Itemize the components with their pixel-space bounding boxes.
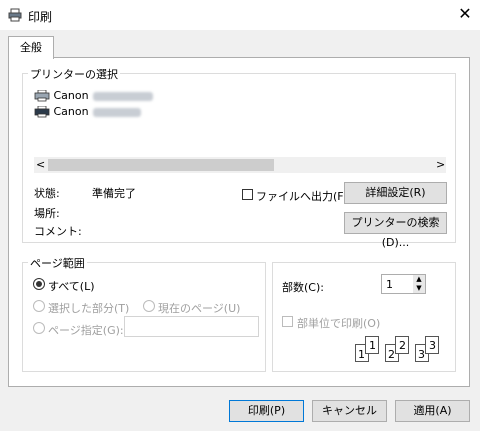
spin-down-button[interactable]: ▼ bbox=[413, 284, 425, 293]
copies-stepper[interactable]: 1 ▲ ▼ bbox=[381, 274, 426, 294]
collate-page: 1 bbox=[365, 336, 379, 354]
printer-name: Canon bbox=[53, 105, 89, 118]
radio-pages[interactable] bbox=[33, 322, 45, 334]
radio-all-label[interactable]: すべて(L) bbox=[48, 278, 95, 294]
scroll-right-button[interactable]: > bbox=[436, 158, 445, 171]
collate-page: 3 bbox=[425, 336, 439, 354]
radio-current-page[interactable] bbox=[143, 300, 155, 312]
scrollbar-thumb[interactable] bbox=[48, 159, 274, 171]
cancel-button[interactable]: キャンセル bbox=[312, 400, 387, 422]
print-to-file-label[interactable]: ファイルへ出力(F) bbox=[256, 188, 348, 204]
title-bar: 印刷 ✕ bbox=[0, 0, 480, 30]
print-to-file-checkbox[interactable] bbox=[242, 189, 253, 200]
collate-label[interactable]: 部単位で印刷(O) bbox=[297, 315, 380, 331]
printer-list[interactable]: Canon Canon bbox=[34, 88, 444, 154]
printer-icon bbox=[34, 90, 50, 102]
location-label: 場所: bbox=[34, 207, 60, 220]
printer-item[interactable]: Canon bbox=[34, 88, 444, 104]
spin-up-button[interactable]: ▲ bbox=[413, 275, 425, 284]
find-printer-button[interactable]: プリンターの検索(D)... bbox=[344, 212, 447, 249]
radio-all[interactable] bbox=[33, 278, 45, 290]
page-range-title: ページ範囲 bbox=[28, 255, 87, 271]
redacted-model bbox=[92, 107, 141, 117]
copies-value: 1 bbox=[386, 278, 393, 291]
redacted-model bbox=[92, 91, 153, 101]
comment-label: コメント: bbox=[34, 225, 82, 238]
radio-pages-label[interactable]: ページ指定(G): bbox=[48, 322, 124, 338]
tab-general[interactable]: 全般 bbox=[8, 36, 54, 59]
collate-checkbox[interactable] bbox=[282, 316, 293, 327]
pages-input[interactable] bbox=[124, 316, 259, 337]
radio-selected-dot bbox=[36, 281, 42, 287]
window-title: 印刷 bbox=[28, 10, 53, 24]
printer-icon bbox=[8, 8, 22, 22]
apply-button[interactable]: 適用(A) bbox=[395, 400, 470, 422]
print-button[interactable]: 印刷(P) bbox=[229, 400, 304, 422]
preferences-button[interactable]: 詳細設定(R) bbox=[344, 182, 447, 204]
radio-selection-label[interactable]: 選択した部分(T) bbox=[48, 300, 129, 316]
close-button[interactable]: ✕ bbox=[455, 4, 475, 24]
collate-page: 2 bbox=[395, 336, 409, 354]
collate-illustration: 1 1 2 2 3 3 bbox=[355, 336, 445, 364]
status-label: 状態: bbox=[34, 187, 60, 200]
printer-icon bbox=[34, 106, 50, 118]
copies-label: 部数(C): bbox=[282, 281, 324, 294]
radio-selection[interactable] bbox=[33, 300, 45, 312]
radio-current-page-label[interactable]: 現在のページ(U) bbox=[158, 300, 240, 316]
printer-item[interactable]: Canon bbox=[34, 104, 444, 120]
printer-select-title: プリンターの選択 bbox=[28, 66, 120, 82]
printer-name: Canon bbox=[53, 89, 89, 102]
horizontal-scrollbar[interactable]: < > bbox=[34, 157, 446, 173]
status-value: 準備完了 bbox=[92, 187, 136, 200]
scroll-left-button[interactable]: < bbox=[36, 158, 45, 171]
